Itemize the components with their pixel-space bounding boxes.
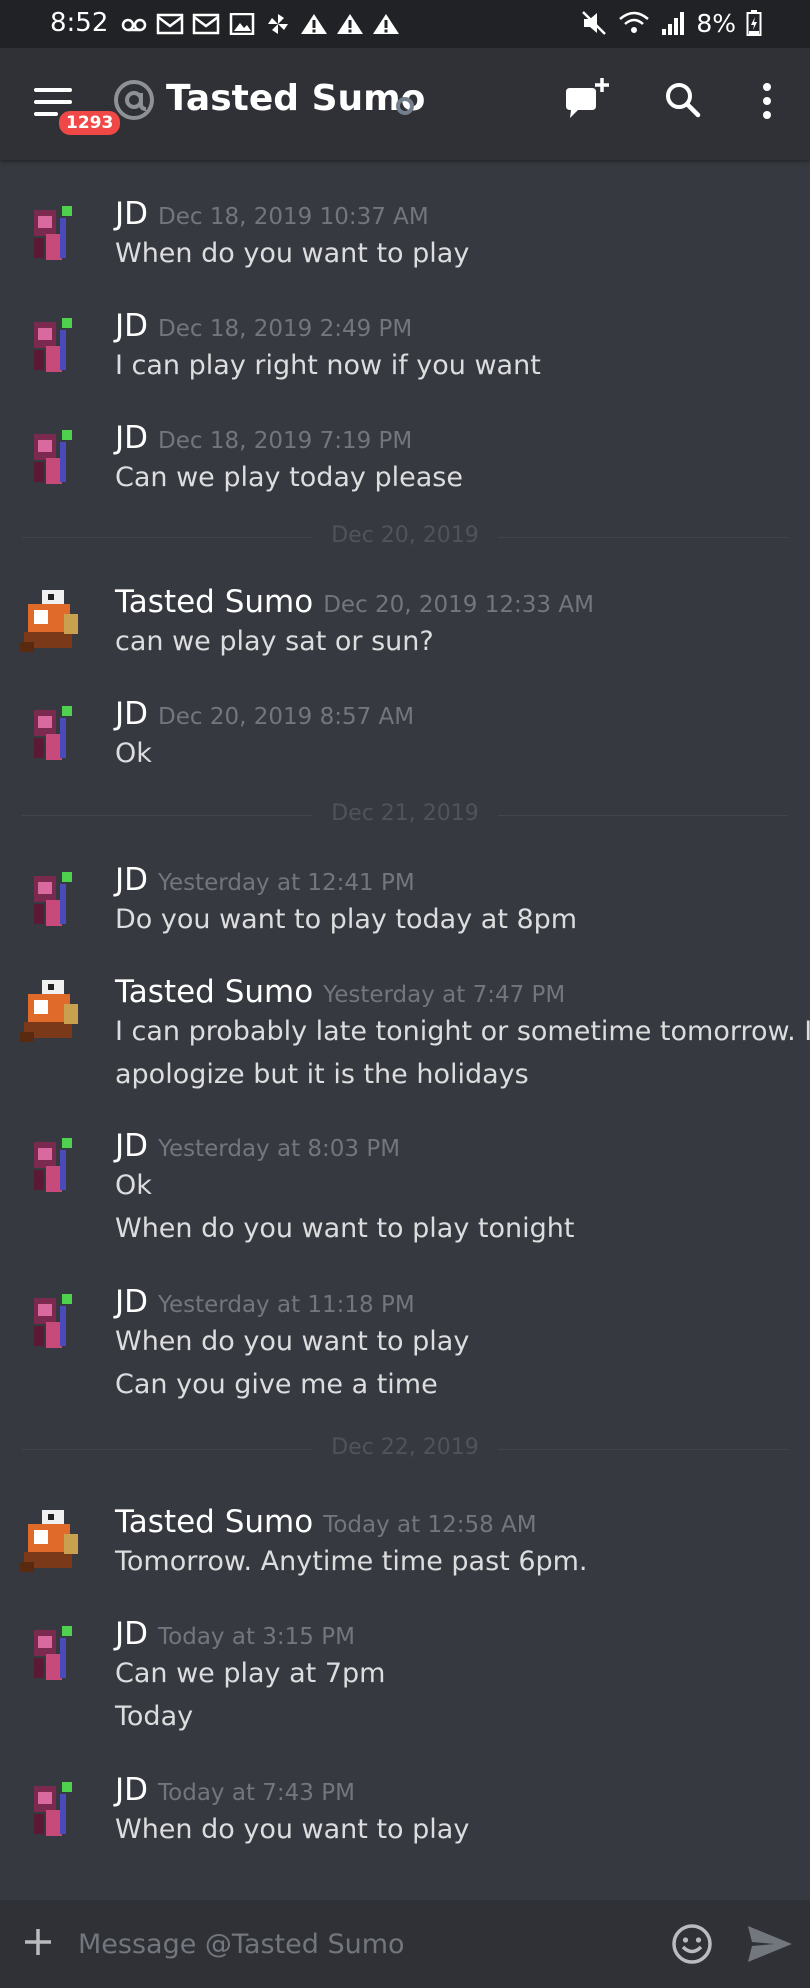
mail-icon [192,13,220,35]
message-timestamp: Today at 12:58 AM [323,1512,537,1538]
jd-avatar [34,318,72,372]
message-text: Ok [115,738,152,769]
message-text: Do you want to play today at 8pm [115,904,578,935]
date-divider-label: Dec 22, 2019 [331,1435,479,1460]
message-timestamp: Yesterday at 12:41 PM [158,870,415,896]
warning-icon [337,14,363,34]
image-icon [229,13,255,35]
message-text: apologize but it is the holidays [115,1059,529,1090]
message-timestamp: Yesterday at 8:03 PM [158,1136,401,1162]
pinwheel-icon [268,14,288,34]
message-text: When do you want to play [115,1814,470,1845]
message-author[interactable]: JD [115,1616,148,1652]
tasted-sumo-avatar [20,590,78,652]
battery-percent: 8% [696,8,736,38]
notification-icons [120,10,400,38]
message-author[interactable]: Tasted Sumo [115,584,313,620]
message-text: Can you give me a time [115,1369,438,1400]
message-timestamp: Dec 18, 2019 10:37 AM [158,204,429,230]
jd-avatar [34,872,72,926]
message-timestamp: Dec 20, 2019 12:33 AM [323,592,594,618]
date-divider-label: Dec 20, 2019 [331,523,479,548]
menu-icon [34,88,72,92]
add-attachment-button[interactable] [22,1926,54,1958]
message-timestamp: Today at 3:15 PM [158,1624,355,1650]
jd-avatar [34,1626,72,1680]
message-text: can we play sat or sun? [115,626,434,657]
message-timestamp: Dec 18, 2019 7:19 PM [158,428,413,454]
mute-icon [582,11,607,35]
message-author[interactable]: JD [115,420,148,456]
emoji-button[interactable] [670,1922,714,1966]
channel-header: 1293 Tasted Sumo [0,48,810,160]
message-author[interactable]: JD [115,196,148,232]
message-author[interactable]: JD [115,1772,148,1808]
date-divider: Dec 21, 2019 [22,800,788,830]
system-icons: 8% [580,8,762,38]
message-text: I can probably late tonight or sometime … [115,1016,810,1047]
jd-avatar [34,1138,72,1192]
message-composer [0,1900,810,1988]
jd-avatar [34,1782,72,1836]
battery-icon [746,10,762,36]
message-author[interactable]: JD [115,696,148,732]
message-text: When do you want to play [115,238,470,269]
message-author[interactable]: JD [115,308,148,344]
jd-avatar [34,1294,72,1348]
jd-avatar [34,430,72,484]
offline-status-icon [396,97,414,115]
warning-icon [301,14,327,34]
message-text: Today [115,1701,194,1732]
status-time: 8:52 [50,8,109,38]
new-group-dm-button[interactable] [560,76,610,126]
jd-avatar [34,206,72,260]
message-author[interactable]: Tasted Sumo [115,1504,313,1540]
message-author[interactable]: Tasted Sumo [115,974,313,1010]
tasted-sumo-avatar [20,980,78,1042]
message-author[interactable]: JD [115,1128,148,1164]
mail-icon [156,13,184,35]
message-timestamp: Yesterday at 7:47 PM [323,982,566,1008]
overflow-menu-button[interactable] [742,76,792,126]
wifi-icon [619,11,650,33]
warning-icon [373,14,399,34]
tasted-sumo-avatar [20,1510,78,1572]
message-author[interactable]: JD [115,1284,148,1320]
channel-title: Tasted Sumo [166,78,426,119]
message-timestamp: Today at 7:43 PM [158,1780,355,1806]
message-author[interactable]: JD [115,862,148,898]
voicemail-icon [121,18,147,32]
message-input[interactable] [78,1922,638,1966]
message-text: When do you want to play [115,1326,470,1357]
jd-avatar [34,706,72,760]
message-timestamp: Dec 20, 2019 8:57 AM [158,704,415,730]
status-bar: 8:52 8% [0,0,810,48]
signal-icon [662,12,685,35]
message-list[interactable]: JD Dec 18, 2019 10:37 AM When do you want… [0,160,810,1900]
at-icon [114,80,154,120]
date-divider: Dec 20, 2019 [22,522,788,552]
message-timestamp: Yesterday at 11:18 PM [158,1292,415,1318]
message-text: Tomorrow. Anytime time past 6pm. [115,1546,588,1577]
date-divider: Dec 22, 2019 [22,1434,788,1464]
date-divider-label: Dec 21, 2019 [331,801,479,826]
message-text: Can we play at 7pm [115,1658,386,1689]
message-text: When do you want to play tonight [115,1213,575,1244]
send-button[interactable] [746,1924,794,1964]
message-text: I can play right now if you want [115,350,541,381]
message-text: Can we play today please [115,462,463,493]
message-timestamp: Dec 18, 2019 2:49 PM [158,316,413,342]
search-button[interactable] [658,76,708,126]
message-text: Ok [115,1170,152,1201]
